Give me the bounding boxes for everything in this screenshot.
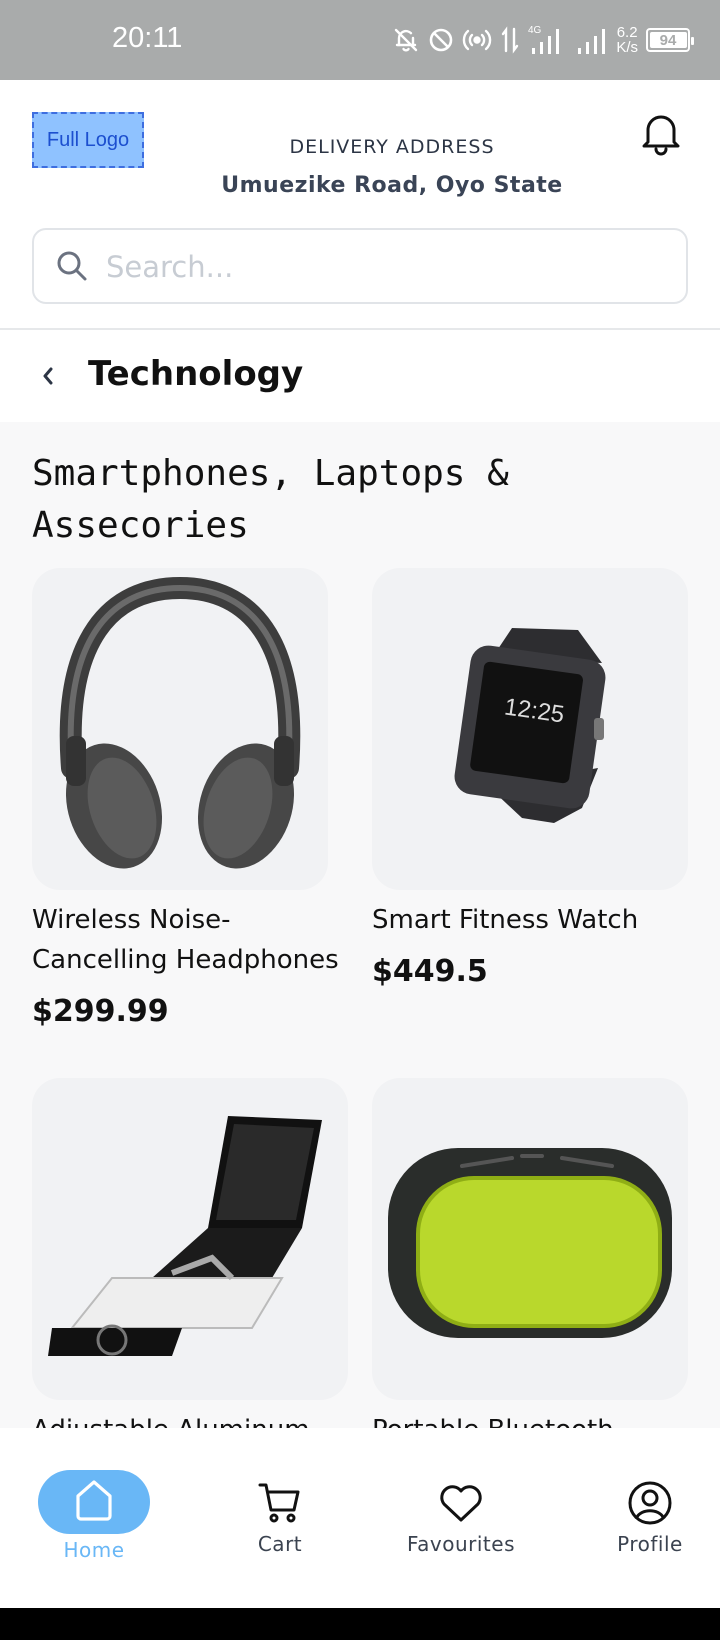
hotspot-icon — [462, 22, 492, 58]
search-icon — [56, 250, 88, 286]
delivery-address[interactable]: Umuezike Road, Oyo State — [0, 173, 720, 198]
heart-icon — [438, 1480, 484, 1530]
section-title: Smartphones, Laptops & Assecories — [32, 453, 509, 546]
signal-icon: 4G — [528, 22, 568, 58]
battery-icon: 94 — [646, 28, 694, 52]
product-image-speaker[interactable] — [372, 1078, 688, 1400]
data-arrows-icon — [500, 22, 520, 58]
bell-off-icon — [392, 22, 420, 58]
product-image-headphones[interactable] — [32, 568, 328, 890]
app-screen: Full Logo DELIVERY ADDRESS Umuezike Road… — [0, 80, 720, 1608]
category-title: Technology — [88, 354, 304, 394]
delivery-address-label: DELIVERY ADDRESS — [289, 136, 495, 158]
bottom-navigation: Home Cart Favourites Profile — [0, 1428, 720, 1608]
headphones-image — [59, 576, 301, 869]
home-active-pill — [38, 1470, 150, 1534]
chevron-left-icon[interactable] — [28, 354, 68, 398]
nav-favourites[interactable]: Favourites — [402, 1480, 520, 1556]
system-navigation-bar — [0, 1608, 720, 1640]
network-label: 4G — [528, 25, 542, 36]
status-icons: 4G 6.2 K/s 94 — [392, 22, 694, 58]
signal-icon-2 — [576, 22, 608, 58]
product-name-1[interactable]: Wireless Noise-Cancelling Headphones — [32, 900, 342, 980]
battery-level: 94 — [659, 31, 677, 49]
product-name-2[interactable]: Smart Fitness Watch — [372, 900, 672, 940]
do-not-disturb-icon — [428, 22, 454, 58]
network-speed: 6.2 K/s — [616, 24, 638, 56]
laptop-stand-image — [48, 1116, 322, 1356]
home-icon — [74, 1478, 114, 1526]
bluetooth-speaker-image — [388, 1148, 672, 1338]
nav-home-label: Home — [63, 1538, 125, 1562]
product-price-1: $299.99 — [32, 994, 169, 1029]
header: Full Logo DELIVERY ADDRESS Umuezike Road… — [0, 80, 720, 330]
nav-profile[interactable]: Profile — [600, 1480, 700, 1556]
smartwatch-image: 12:25 — [454, 628, 606, 823]
product-image-watch[interactable]: 12:25 — [372, 568, 688, 890]
nav-profile-label: Profile — [617, 1532, 683, 1556]
category-bar: Technology — [0, 330, 720, 422]
cart-icon — [257, 1480, 303, 1530]
search-bar[interactable] — [32, 228, 688, 304]
bell-icon[interactable] — [638, 110, 688, 160]
product-price-2: $449.5 — [372, 954, 488, 989]
nav-cart-label: Cart — [257, 1532, 303, 1556]
product-image-laptop-stand[interactable] — [32, 1078, 348, 1400]
status-bar: 20:11 4G 6.2 K/s 94 — [0, 0, 720, 80]
profile-icon — [627, 1480, 673, 1530]
nav-cart[interactable]: Cart — [230, 1480, 330, 1556]
nav-favourites-label: Favourites — [406, 1532, 516, 1556]
search-input[interactable] — [106, 244, 666, 290]
nav-home[interactable]: Home — [38, 1470, 150, 1562]
status-time: 20:11 — [112, 22, 183, 54]
